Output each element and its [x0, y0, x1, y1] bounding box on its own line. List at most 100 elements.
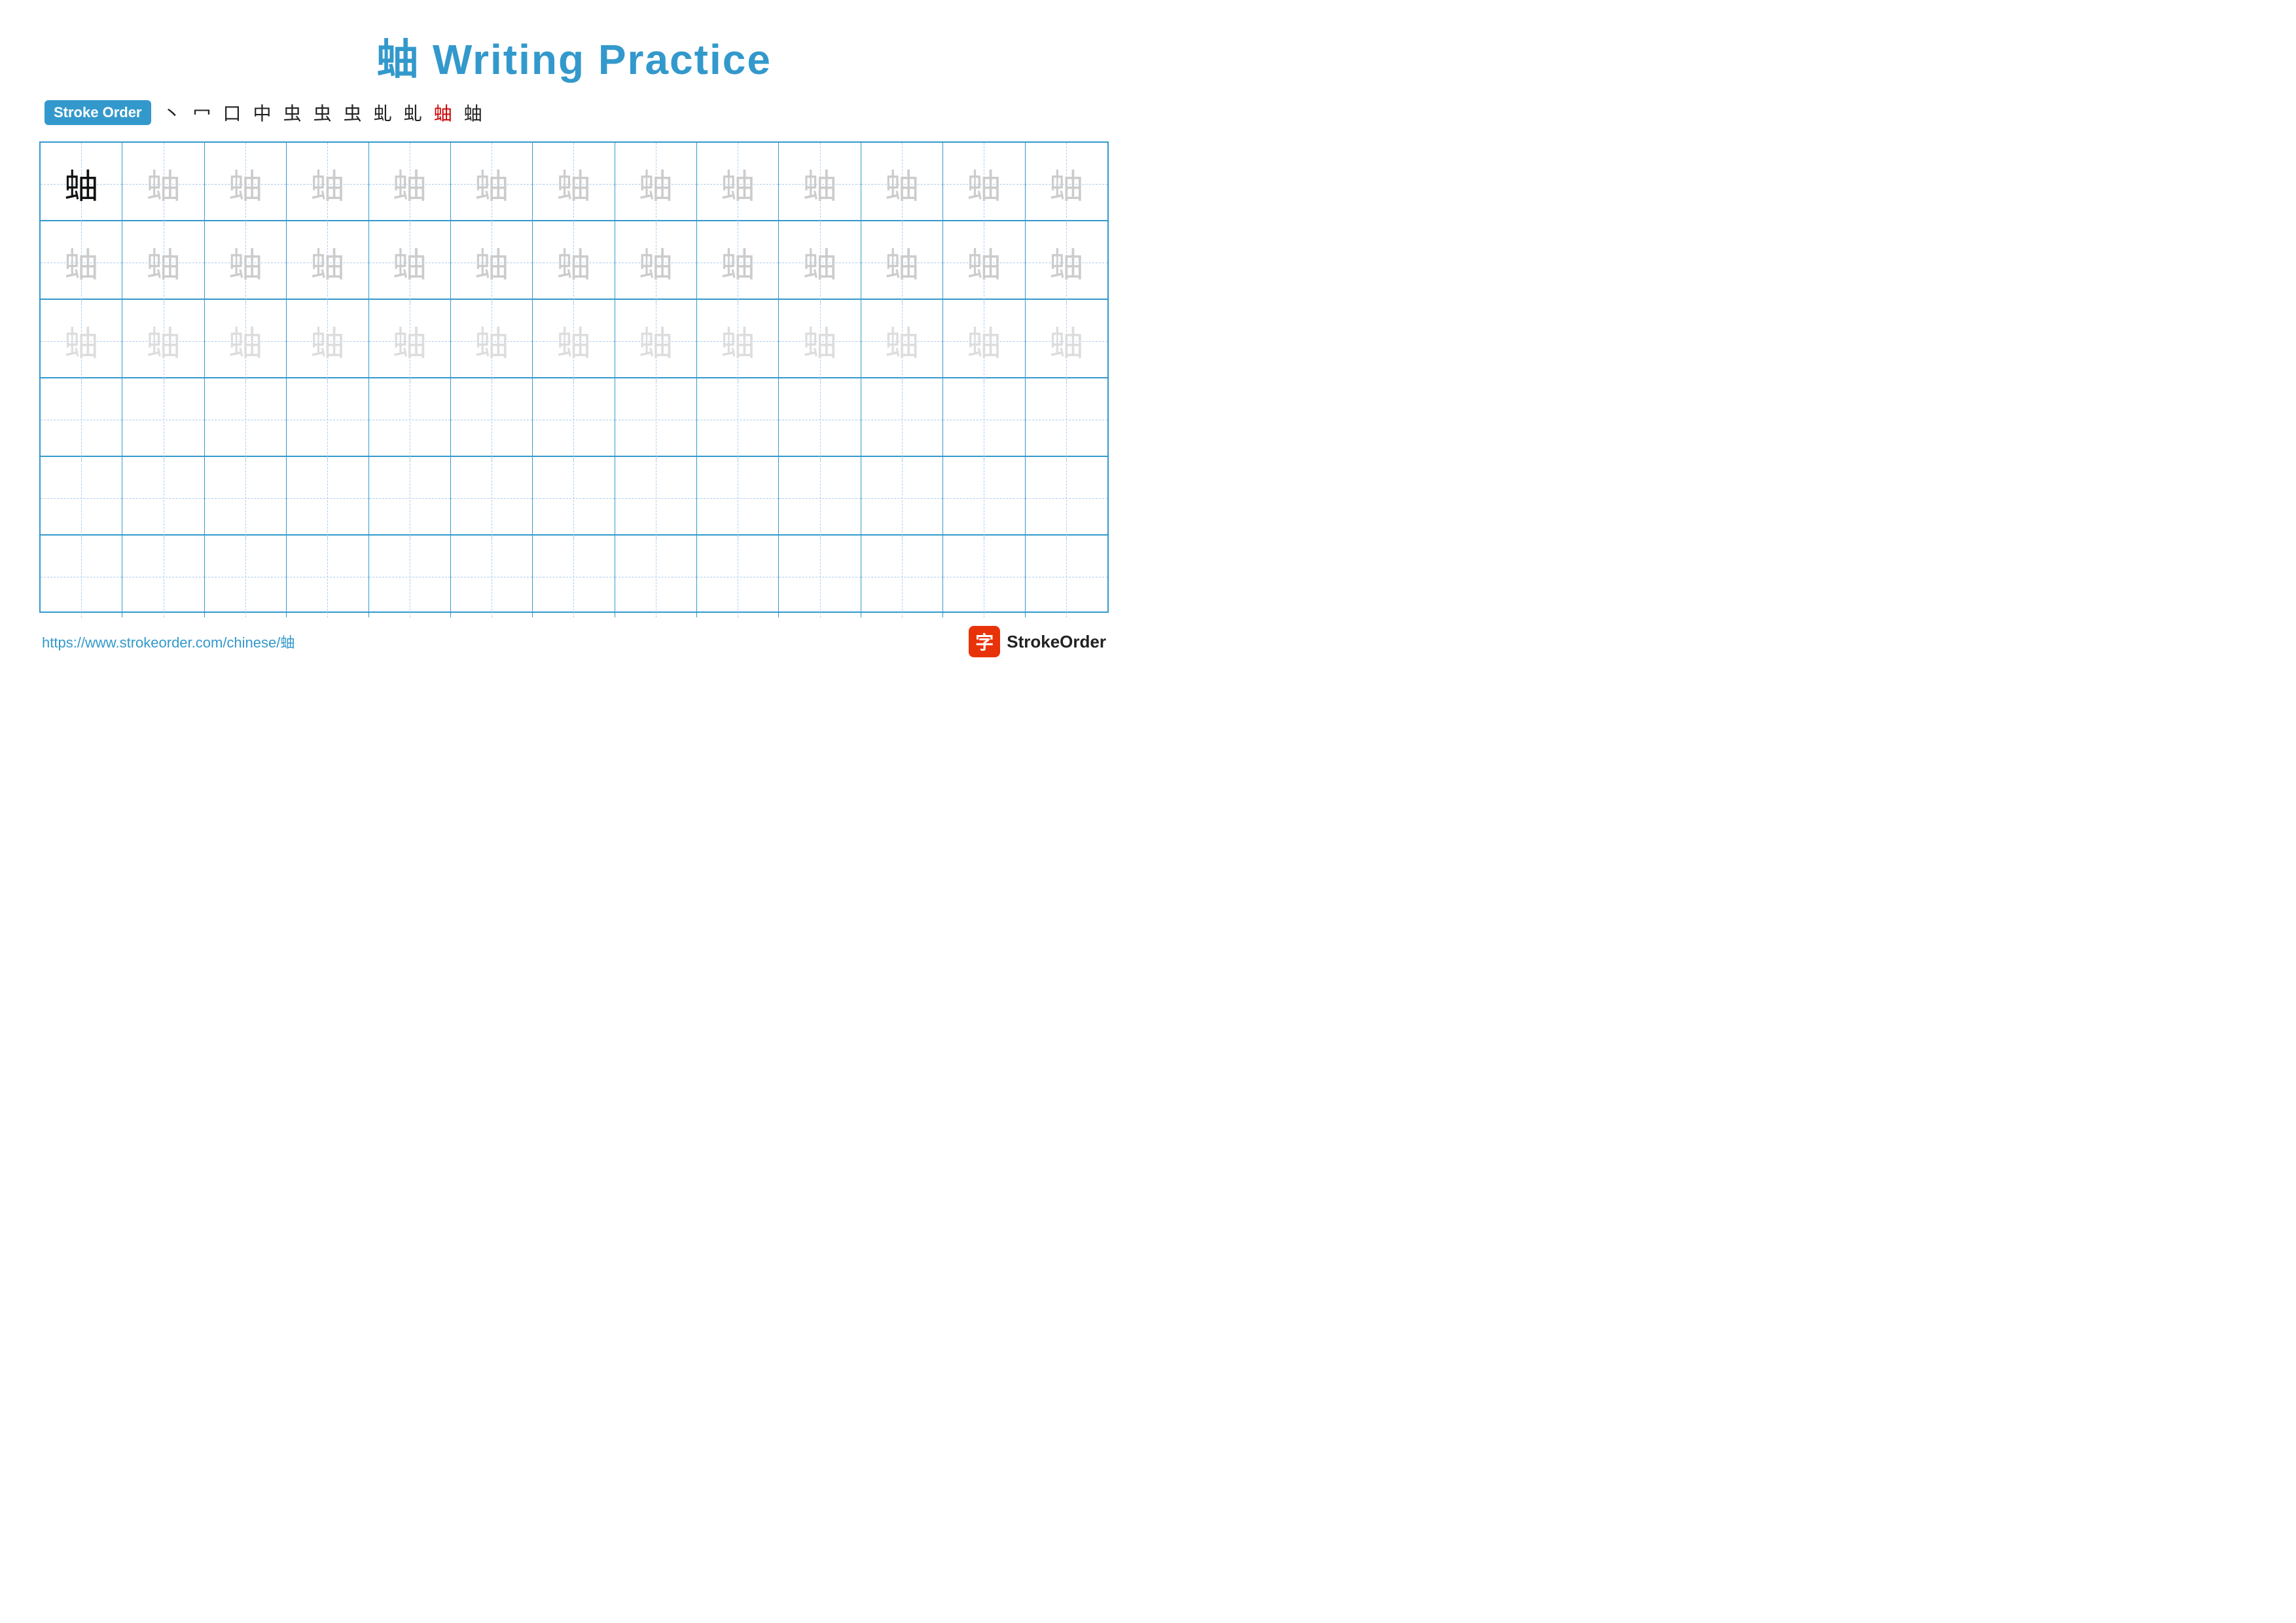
grid-cell[interactable]: 蚰	[287, 300, 368, 382]
stroke-step-7: 虫	[344, 100, 362, 126]
grid-cell[interactable]: 蚰	[861, 300, 943, 382]
logo-icon: 字	[969, 626, 1000, 657]
grid-cell[interactable]	[369, 536, 451, 617]
grid-cell[interactable]	[41, 536, 122, 617]
grid-cell[interactable]: 蚰	[533, 143, 615, 225]
grid-cell[interactable]: 蚰	[615, 221, 697, 303]
footer-logo: 字 StrokeOrder	[969, 626, 1106, 657]
grid-cell[interactable]: 蚰	[369, 221, 451, 303]
grid-cell[interactable]	[533, 536, 615, 617]
grid-cell[interactable]: 蚰	[205, 143, 287, 225]
grid-cell[interactable]: 蚰	[1026, 300, 1107, 382]
grid-cell[interactable]	[41, 457, 122, 539]
stroke-step-2: 冖	[193, 100, 211, 126]
footer-url: https://www.strokeorder.com/chinese/蚰	[42, 631, 295, 652]
grid-cell[interactable]	[287, 457, 368, 539]
grid-row-4	[41, 378, 1107, 457]
grid-cell[interactable]: 蚰	[122, 221, 204, 303]
grid-cell[interactable]: 蚰	[1026, 143, 1107, 225]
grid-cell[interactable]	[615, 536, 697, 617]
grid-row-6	[41, 536, 1107, 614]
grid-cell[interactable]: 蚰	[41, 143, 122, 225]
grid-cell[interactable]	[451, 457, 533, 539]
grid-cell[interactable]: 蚰	[205, 300, 287, 382]
grid-cell[interactable]	[697, 536, 779, 617]
grid-cell[interactable]	[287, 536, 368, 617]
grid-cell[interactable]	[205, 378, 287, 460]
practice-grid: 蚰 蚰 蚰 蚰 蚰 蚰 蚰 蚰 蚰 蚰 蚰 蚰 蚰 蚰 蚰 蚰 蚰 蚰	[39, 141, 1109, 613]
grid-cell[interactable]: 蚰	[779, 143, 861, 225]
grid-row-5	[41, 457, 1107, 536]
grid-cell[interactable]	[287, 378, 368, 460]
stroke-step-4: 中	[253, 100, 272, 126]
stroke-step-10: 蚰	[434, 100, 452, 126]
grid-cell[interactable]	[861, 536, 943, 617]
grid-cell[interactable]: 蚰	[697, 221, 779, 303]
grid-cell[interactable]: 蚰	[697, 300, 779, 382]
grid-cell[interactable]	[369, 457, 451, 539]
stroke-step-8: 虬	[374, 100, 392, 126]
grid-cell[interactable]: 蚰	[287, 143, 368, 225]
grid-cell[interactable]	[1026, 457, 1107, 539]
stroke-order-row: Stroke Order 丶 冖 口 中 虫 虫 虫 虬 虬 蚰 蚰	[39, 100, 1109, 126]
grid-cell[interactable]: 蚰	[861, 143, 943, 225]
grid-cell[interactable]	[369, 378, 451, 460]
grid-cell[interactable]	[533, 378, 615, 460]
grid-cell[interactable]	[943, 378, 1025, 460]
grid-row-3: 蚰 蚰 蚰 蚰 蚰 蚰 蚰 蚰 蚰 蚰 蚰 蚰 蚰	[41, 300, 1107, 378]
grid-cell[interactable]	[697, 378, 779, 460]
grid-cell[interactable]: 蚰	[861, 221, 943, 303]
grid-cell[interactable]	[41, 378, 122, 460]
grid-cell[interactable]	[1026, 378, 1107, 460]
grid-cell[interactable]: 蚰	[369, 143, 451, 225]
grid-cell[interactable]	[779, 536, 861, 617]
grid-cell[interactable]: 蚰	[287, 221, 368, 303]
grid-cell[interactable]: 蚰	[451, 143, 533, 225]
grid-cell[interactable]	[451, 536, 533, 617]
footer: https://www.strokeorder.com/chinese/蚰 字 …	[39, 626, 1109, 657]
grid-cell[interactable]	[861, 378, 943, 460]
grid-cell[interactable]: 蚰	[1026, 221, 1107, 303]
grid-cell[interactable]: 蚰	[205, 221, 287, 303]
grid-cell[interactable]	[533, 457, 615, 539]
grid-cell[interactable]	[861, 457, 943, 539]
stroke-step-1: 丶	[163, 100, 181, 126]
grid-cell[interactable]: 蚰	[533, 221, 615, 303]
grid-row-1: 蚰 蚰 蚰 蚰 蚰 蚰 蚰 蚰 蚰 蚰 蚰 蚰 蚰	[41, 143, 1107, 221]
grid-cell[interactable]	[122, 536, 204, 617]
grid-cell[interactable]	[451, 378, 533, 460]
grid-cell[interactable]	[943, 536, 1025, 617]
grid-cell[interactable]: 蚰	[369, 300, 451, 382]
grid-cell[interactable]	[205, 536, 287, 617]
grid-cell[interactable]: 蚰	[533, 300, 615, 382]
grid-cell[interactable]	[122, 457, 204, 539]
grid-cell[interactable]: 蚰	[779, 300, 861, 382]
grid-row-2: 蚰 蚰 蚰 蚰 蚰 蚰 蚰 蚰 蚰 蚰 蚰 蚰 蚰	[41, 221, 1107, 300]
logo-text: StrokeOrder	[1007, 632, 1106, 652]
grid-cell[interactable]: 蚰	[41, 300, 122, 382]
grid-cell[interactable]	[122, 378, 204, 460]
grid-cell[interactable]: 蚰	[615, 300, 697, 382]
stroke-step-9: 虬	[404, 100, 422, 126]
grid-cell[interactable]: 蚰	[943, 300, 1025, 382]
stroke-step-6: 虫	[314, 100, 332, 126]
grid-cell[interactable]: 蚰	[41, 221, 122, 303]
stroke-step-3: 口	[223, 100, 242, 126]
grid-cell[interactable]: 蚰	[122, 143, 204, 225]
grid-cell[interactable]: 蚰	[451, 221, 533, 303]
grid-cell[interactable]: 蚰	[451, 300, 533, 382]
grid-cell[interactable]: 蚰	[122, 300, 204, 382]
grid-cell[interactable]: 蚰	[697, 143, 779, 225]
grid-cell[interactable]	[697, 457, 779, 539]
grid-cell[interactable]: 蚰	[779, 221, 861, 303]
grid-cell[interactable]: 蚰	[615, 143, 697, 225]
grid-cell[interactable]	[615, 457, 697, 539]
grid-cell[interactable]	[615, 378, 697, 460]
grid-cell[interactable]	[1026, 536, 1107, 617]
grid-cell[interactable]: 蚰	[943, 221, 1025, 303]
grid-cell[interactable]	[779, 457, 861, 539]
grid-cell[interactable]	[205, 457, 287, 539]
grid-cell[interactable]: 蚰	[943, 143, 1025, 225]
grid-cell[interactable]	[779, 378, 861, 460]
grid-cell[interactable]	[943, 457, 1025, 539]
